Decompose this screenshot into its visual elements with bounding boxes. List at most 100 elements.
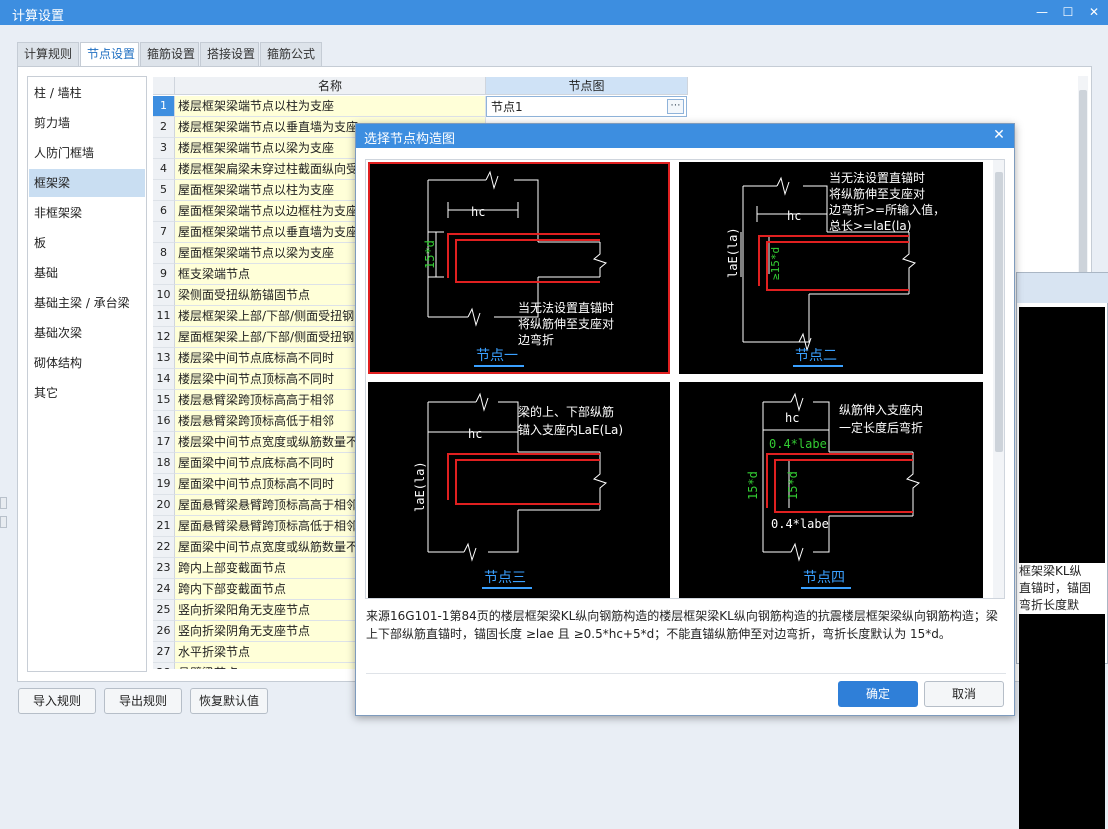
tab-stirrup-formula[interactable]: 箍筋公式 <box>260 42 322 66</box>
row-number[interactable]: 15 <box>153 390 175 411</box>
header-name[interactable]: 名称 <box>175 77 486 95</box>
note-line-1: 纵筋伸入支座内 <box>839 402 923 417</box>
gallery-scrollbar-thumb[interactable] <box>995 172 1003 452</box>
note-line-3: 边弯折 <box>518 332 554 347</box>
select-node-dialog: 选择节点构造图 ✕ hc 15*d 当无法设置直锚时 将纵筋伸至支座对 边弯折 … <box>355 123 1015 716</box>
row-number[interactable]: 9 <box>153 264 175 285</box>
tab-stirrup-settings[interactable]: 箍筋设置 <box>140 42 199 66</box>
dialog-titlebar: 选择节点构造图 ✕ <box>356 124 1014 148</box>
node-caption: 节点三 <box>484 570 526 586</box>
sidebar-item-foundation-main-beam[interactable]: 基础主梁 / 承台梁 <box>29 289 145 317</box>
anchor-length-label: laE(la) <box>726 227 740 278</box>
maximize-button[interactable]: ☐ <box>1058 3 1078 21</box>
row-number[interactable]: 19 <box>153 474 175 495</box>
sidebar-item-foundation[interactable]: 基础 <box>29 259 145 287</box>
node-option-1[interactable]: hc 15*d 当无法设置直锚时 将纵筋伸至支座对 边弯折 节点一 <box>368 162 670 374</box>
tab-calc-rules[interactable]: 计算规则 <box>17 42 79 66</box>
row-number[interactable]: 17 <box>153 432 175 453</box>
background-preview-text: 框架梁KL纵 直锚时，锚固 弯折长度默 <box>1019 563 1105 614</box>
header-node[interactable]: 节点图 <box>486 77 688 95</box>
sidebar-item-other[interactable]: 其它 <box>29 379 145 407</box>
restore-defaults-button[interactable]: 恢复默认值 <box>190 688 268 714</box>
row-number[interactable]: 18 <box>153 453 175 474</box>
row-number[interactable]: 26 <box>153 621 175 642</box>
background-preview-window: 框架梁KL纵 直锚时，锚固 弯折长度默 <box>1016 272 1108 829</box>
node-option-4[interactable]: hc 0.4*labe 0.4*labe 15*d 15*d 纵筋伸入支座内 一… <box>679 382 983 598</box>
tab-lap-settings[interactable]: 搭接设置 <box>200 42 259 66</box>
dialog-close-button[interactable]: ✕ <box>990 126 1008 144</box>
row-number[interactable]: 8 <box>153 243 175 264</box>
sidebar-item-masonry[interactable]: 砌体结构 <box>29 349 145 377</box>
close-button[interactable]: ✕ <box>1084 3 1104 21</box>
sidebar-item-shear-wall[interactable]: 剪力墙 <box>29 109 145 137</box>
dialog-divider <box>366 673 1006 674</box>
anchor-length-label: 15*d <box>423 240 437 269</box>
sidebar-item-slab[interactable]: 板 <box>29 229 145 257</box>
gallery-scrollbar[interactable] <box>993 160 1004 598</box>
row-number[interactable]: 4 <box>153 159 175 180</box>
row-number[interactable]: 13 <box>153 348 175 369</box>
tab-node-settings[interactable]: 节点设置 <box>80 42 139 67</box>
import-rules-button[interactable]: 导入规则 <box>18 688 96 714</box>
note-line-1: 当无法设置直锚时 <box>518 300 614 315</box>
top-anchor-label: 0.4*labe <box>769 437 827 451</box>
node-image-gallery: hc 15*d 当无法设置直锚时 将纵筋伸至支座对 边弯折 节点一 hc laE… <box>365 159 1005 599</box>
ok-button[interactable]: 确定 <box>838 681 918 707</box>
table-row[interactable]: 1 楼层框架梁端节点以柱为支座 节点1 ⋯ <box>153 96 1078 117</box>
node-caption: 节点一 <box>476 348 518 364</box>
note-line-1: 当无法设置直锚时 <box>829 170 925 185</box>
background-window-titlebar <box>1017 273 1108 303</box>
browse-node-button[interactable]: ⋯ <box>667 99 684 114</box>
row-number[interactable]: 22 <box>153 537 175 558</box>
row-number[interactable]: 6 <box>153 201 175 222</box>
bend-length-label: ≥15*d <box>769 247 782 280</box>
row-number[interactable]: 14 <box>153 369 175 390</box>
category-sidebar: 柱 / 墙柱 剪力墙 人防门框墙 框架梁 非框架梁 板 基础 基础主梁 / 承台… <box>27 76 147 672</box>
node-value-cell[interactable]: 节点1 ⋯ <box>486 96 687 117</box>
note-line-2: 一定长度后弯折 <box>839 420 923 435</box>
title-bar: 计算设置 — ☐ ✕ <box>0 0 1108 25</box>
row-number[interactable]: 21 <box>153 516 175 537</box>
anchor-length-label: laE(la) <box>413 461 427 512</box>
row-number[interactable]: 1 <box>153 96 175 117</box>
note-line-4: 总长>=laE(la) <box>829 219 911 233</box>
row-number[interactable]: 2 <box>153 117 175 138</box>
sidebar-item-civil-defense-frame[interactable]: 人防门框墙 <box>29 139 145 167</box>
node-option-2[interactable]: hc laE(la) ≥15*d 当无法设置直锚时 将纵筋伸至支座对 边弯折>=… <box>679 162 983 374</box>
row-number[interactable]: 27 <box>153 642 175 663</box>
window-title: 计算设置 <box>12 9 65 24</box>
node-value: 节点1 <box>491 100 523 114</box>
node-caption: 节点四 <box>803 570 845 586</box>
row-number[interactable]: 23 <box>153 558 175 579</box>
row-number[interactable]: 7 <box>153 222 175 243</box>
sidebar-item-non-frame-beam[interactable]: 非框架梁 <box>29 199 145 227</box>
node-description: 来源16G101-1第84页的楼层框架梁KL纵向钢筋构造的楼层框架梁KL纵向钢筋… <box>366 609 998 641</box>
dialog-title: 选择节点构造图 <box>364 132 456 147</box>
minimize-button[interactable]: — <box>1032 3 1052 21</box>
scrollbar-thumb[interactable] <box>1079 90 1087 290</box>
row-number[interactable]: 25 <box>153 600 175 621</box>
note-line-2: 将纵筋伸至支座对 <box>829 186 925 201</box>
hc-label: hc <box>787 209 801 223</box>
row-number[interactable]: 20 <box>153 495 175 516</box>
note-line-3: 边弯折>=所输入值， <box>829 202 945 217</box>
row-number[interactable]: 24 <box>153 579 175 600</box>
bottom-anchor-label: 0.4*labe <box>771 517 829 531</box>
note-line-2: 锚入支座内LaE(La) <box>518 422 623 437</box>
row-number[interactable]: 28 <box>153 663 175 669</box>
sidebar-item-frame-beam[interactable]: 框架梁 <box>29 169 145 197</box>
row-number[interactable]: 16 <box>153 411 175 432</box>
row-number[interactable]: 11 <box>153 306 175 327</box>
sidebar-item-foundation-secondary-beam[interactable]: 基础次梁 <box>29 319 145 347</box>
row-number[interactable]: 3 <box>153 138 175 159</box>
sidebar-item-column[interactable]: 柱 / 墙柱 <box>29 79 145 107</box>
header-corner <box>153 77 175 95</box>
note-line-1: 梁的上、下部纵筋 <box>518 404 614 419</box>
row-number[interactable]: 5 <box>153 180 175 201</box>
node-option-3[interactable]: hc laE(la) 梁的上、下部纵筋 锚入支座内LaE(La) 节点三 <box>368 382 670 598</box>
node-caption: 节点二 <box>795 348 837 364</box>
export-rules-button[interactable]: 导出规则 <box>104 688 182 714</box>
cancel-button[interactable]: 取消 <box>924 681 1004 707</box>
row-number[interactable]: 12 <box>153 327 175 348</box>
row-number[interactable]: 10 <box>153 285 175 306</box>
